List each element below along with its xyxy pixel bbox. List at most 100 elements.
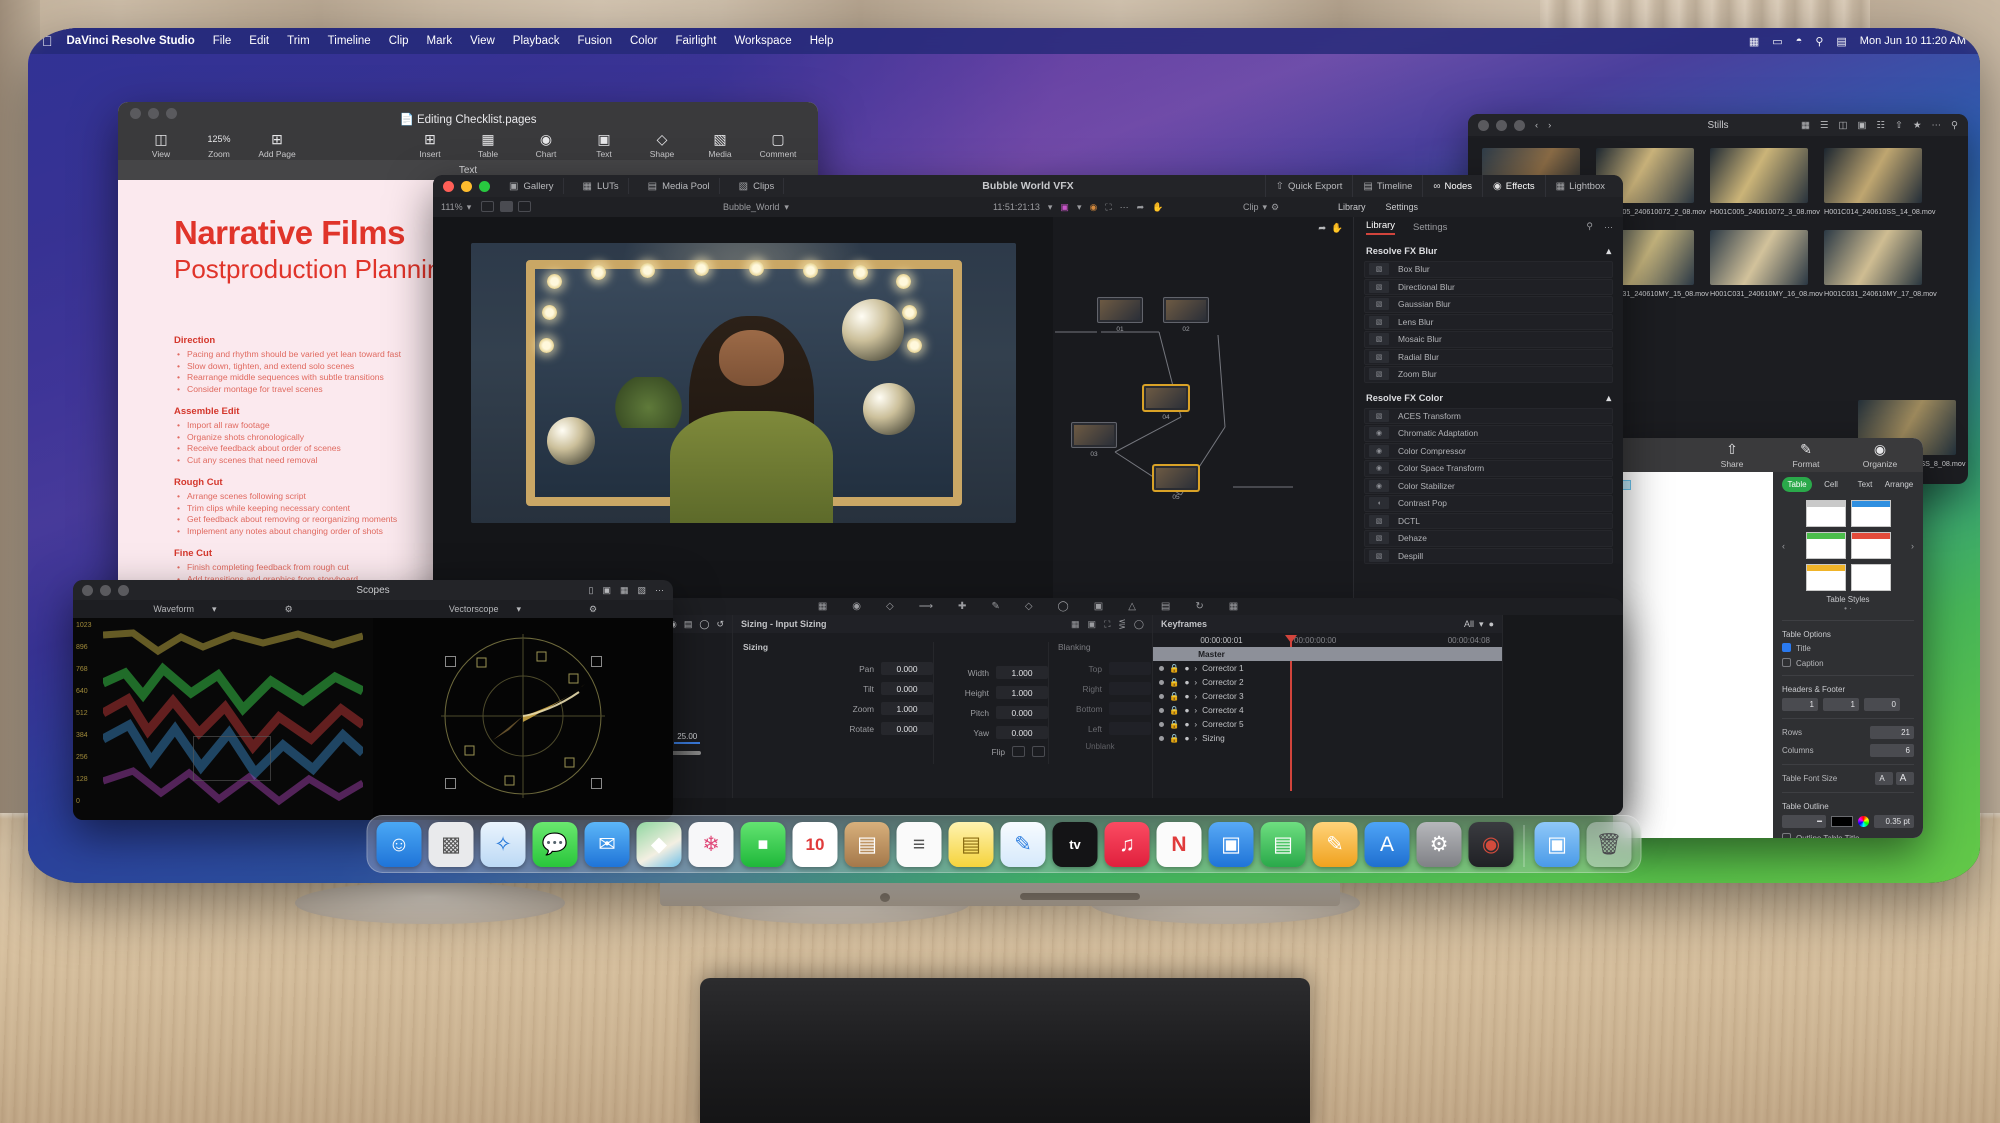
track-row[interactable]: 🔒●›Corrector 4 (1153, 703, 1502, 717)
hand-icon[interactable]: ✋ (1331, 223, 1343, 234)
outline-style-select[interactable]: ━ (1782, 815, 1826, 828)
fx-chromatic-adaptation[interactable]: ◉Chromatic Adaptation (1364, 425, 1613, 442)
tab-table[interactable]: Table (1782, 477, 1812, 492)
clip-icon[interactable]: ▦ (818, 601, 827, 612)
pages-insert-button[interactable]: ⊞ Insert (401, 132, 459, 159)
enable-icon[interactable]: ● (1184, 719, 1189, 729)
keyframes-timecode[interactable]: 00:00:00:01 (1153, 636, 1290, 645)
menu-file[interactable]: File (204, 35, 241, 47)
share-icon[interactable]: ⋚ (1118, 619, 1126, 630)
node-01[interactable]: 01 (1097, 297, 1143, 323)
viewer-image[interactable] (471, 243, 1016, 523)
node-05[interactable]: 05 (1153, 465, 1199, 491)
enable-icon[interactable]: ● (1184, 691, 1189, 701)
more-icon[interactable]: ⋯ (1604, 222, 1613, 233)
pages-view-button[interactable]: ◫ View (132, 132, 190, 159)
key-icon[interactable]: △ (1128, 601, 1136, 612)
table-style-option[interactable] (1806, 532, 1846, 559)
lift-gamma-gain-icon[interactable]: ◉ (852, 601, 861, 612)
chevron-right-icon[interactable]: › (1194, 719, 1197, 729)
vectorscope-selector[interactable]: Vectorscope ▾ ⚙ (373, 600, 673, 618)
title-checkbox[interactable] (1782, 643, 1791, 652)
resolve-page-tabs[interactable]: ⇧ Quick Export ▤ Timeline ∞ Nodes ◉ Effe… (1265, 175, 1615, 197)
dock-item-contacts[interactable]: ▤ (845, 822, 890, 867)
quick-export-button[interactable]: ⇧ Quick Export (1265, 175, 1353, 197)
lock-icon[interactable]: 🔒 (1169, 677, 1179, 688)
tab-lightbox[interactable]: ▦ Lightbox (1545, 175, 1615, 197)
track-corrector-3[interactable]: Corrector 3 (1202, 691, 1244, 701)
split-viewer-icon[interactable] (518, 201, 531, 212)
zoom-button[interactable] (166, 108, 177, 119)
color-wheel-icon[interactable] (1858, 816, 1869, 827)
keyframes-header[interactable]: Keyframes All ▾ ● (1153, 615, 1502, 633)
fit-icon[interactable]: ⛶ (1104, 619, 1110, 630)
add-keyframe-icon[interactable]: ● (1489, 619, 1494, 629)
track-corrector-5[interactable]: Corrector 5 (1202, 719, 1244, 729)
fx-zoom-blur[interactable]: ▧Zoom Blur (1364, 366, 1613, 383)
track-row[interactable]: 🔒●›Corrector 1 (1153, 661, 1502, 675)
numbers-share-button[interactable]: ⇧ Share (1703, 442, 1761, 469)
fx-radial-blur[interactable]: ▧Radial Blur (1364, 349, 1613, 366)
fx-group-header[interactable]: Resolve FX Blur ▴ (1354, 237, 1623, 261)
hand-icon[interactable]: ✋ (1152, 202, 1163, 213)
table-styles-gallery[interactable] (1788, 500, 1908, 591)
dual-viewer-icon[interactable] (500, 201, 513, 212)
fx-contrast-pop[interactable]: ◖Contrast Pop (1364, 495, 1613, 512)
stabilizer-icon[interactable]: ↻ (1195, 601, 1203, 612)
fx-aces-transform[interactable]: ▧ACES Transform (1364, 408, 1613, 425)
numbers-window[interactable]: ⇧ Share ✎ Format ◉ Organize Table Cell T… (1613, 438, 1923, 838)
viewer-clip-name[interactable]: Bubble_World (723, 202, 779, 212)
chevron-down-icon[interactable]: ▾ (1479, 619, 1484, 630)
inspector-tabs[interactable]: Table Cell Text Arrange (1782, 472, 1914, 500)
pages-table-button[interactable]: ▦ Table (459, 132, 517, 159)
power-window-icon[interactable]: ✎ (991, 601, 999, 612)
offset-b[interactable]: 25.00 (674, 732, 700, 741)
color-warper-icon[interactable]: ◇ (886, 601, 894, 612)
vectorscope-scope[interactable] (373, 618, 673, 820)
menu-clip[interactable]: Clip (380, 35, 418, 47)
table-style-option[interactable] (1851, 564, 1891, 591)
pitch-value[interactable]: 0.000 (996, 706, 1048, 719)
font-smaller-button[interactable]: A (1875, 772, 1893, 785)
viewer-zoom-level[interactable]: 111% (441, 202, 463, 212)
reset-icon[interactable]: ◯ (699, 619, 709, 630)
styles-page-dots[interactable]: • · (1782, 604, 1914, 613)
settings-icon[interactable]: ⚙ (1271, 202, 1279, 213)
dock-item-safari[interactable]: ✧ (481, 822, 526, 867)
node-02[interactable]: 02 (1163, 297, 1209, 323)
chevron-down-icon[interactable]: ▾ (212, 604, 217, 615)
viewer-mode[interactable]: Clip (1243, 202, 1259, 212)
chevron-right-icon[interactable]: › (1194, 691, 1197, 701)
tab-nodes[interactable]: ∞ Nodes (1422, 175, 1482, 197)
undo-icon[interactable]: ↺ (716, 619, 724, 630)
single-viewer-icon[interactable] (481, 201, 494, 212)
save-still-icon[interactable]: ▣ (1060, 202, 1069, 213)
fx-dehaze[interactable]: ▧Dehaze (1364, 530, 1613, 547)
curves-icon[interactable]: ⟶ (919, 601, 933, 612)
list-item[interactable]: H001C031_240610MY_16_08.mov (1710, 230, 1808, 298)
caption-checkbox[interactable] (1782, 658, 1791, 667)
menu-playback[interactable]: Playback (504, 35, 569, 47)
dock-item-numbers[interactable]: ▤ (1261, 822, 1306, 867)
list-item[interactable]: H001C005_240610072_3_08.mov (1710, 148, 1808, 216)
track-master[interactable]: Master (1159, 649, 1264, 659)
dock-item-davinci-resolve[interactable]: ◉ (1469, 822, 1514, 867)
fx-color-stabilizer[interactable]: ◉Color Stabilizer (1364, 478, 1613, 495)
pages-zoom-control[interactable]: 125% Zoom (190, 132, 248, 159)
effects-tabs[interactable]: Library Settings ⚲ ⋯ (1354, 217, 1623, 237)
data-burn-icon[interactable]: ▦ (1229, 601, 1238, 612)
waveform-selector[interactable]: Waveform ▾ ⚙ (73, 600, 373, 618)
menu-timeline[interactable]: Timeline (319, 35, 380, 47)
track-sizing[interactable]: Sizing (1202, 733, 1225, 743)
chevron-down-icon[interactable]: ▾ (516, 604, 521, 615)
list-item[interactable]: H001C014_240610SS_14_08.mov (1824, 148, 1922, 216)
pages-media-button[interactable]: ▧ Media (691, 132, 749, 159)
table-style-option[interactable] (1806, 500, 1846, 527)
dock-item-notes[interactable]: ▤ (949, 822, 994, 867)
crop-icon[interactable]: ▣ (1088, 619, 1097, 630)
chevron-down-icon[interactable]: ▾ (1077, 202, 1082, 213)
menubar-app-name[interactable]: DaVinci Resolve Studio (67, 35, 204, 47)
pages-comment-button[interactable]: ▢ Comment (749, 132, 807, 159)
pages-shape-button[interactable]: ◇ Shape (633, 132, 691, 159)
chevron-up-icon[interactable]: ▴ (1606, 393, 1611, 404)
